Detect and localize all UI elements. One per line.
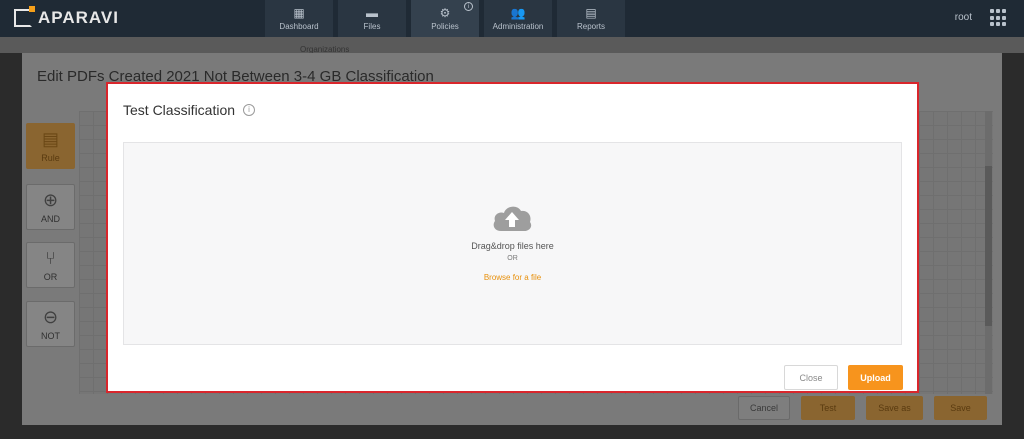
rule-tool-button[interactable]: ▤ Rule <box>26 123 75 169</box>
info-badge-icon: i <box>464 2 473 11</box>
canvas-scrollbar-thumb[interactable] <box>985 166 992 326</box>
page-header-strip <box>0 37 1024 53</box>
folder-icon: ▬ <box>366 6 378 20</box>
nav-files-label: Files <box>363 22 381 31</box>
dropzone-instruction: Drag&drop files here <box>471 241 554 251</box>
nav-dashboard-label: Dashboard <box>279 22 319 31</box>
cancel-button[interactable]: Cancel <box>738 396 790 420</box>
save-as-button[interactable]: Save as <box>866 396 923 420</box>
upload-button[interactable]: Upload <box>848 365 903 390</box>
or-tool-label: OR <box>43 271 58 282</box>
close-button[interactable]: Close <box>784 365 838 390</box>
clipboard-icon: ▤ <box>41 128 59 149</box>
main-nav: ▦ Dashboard ▬ Files ⚙ Policies i 👥 Admin… <box>265 0 630 37</box>
report-icon: ▤ <box>585 6 597 20</box>
apps-grid-icon[interactable] <box>990 9 1008 27</box>
test-button[interactable]: Test <box>801 396 855 420</box>
minus-circle-icon: ⊖ <box>42 306 59 327</box>
logo-icon <box>14 6 35 27</box>
nav-administration-label: Administration <box>492 22 544 31</box>
not-tool-button[interactable]: ⊖ NOT <box>26 301 75 347</box>
aparavi-logo[interactable]: APARAVI <box>14 6 119 28</box>
file-dropzone[interactable]: Drag&drop files here OR Browse for a fil… <box>123 142 902 345</box>
nav-reports[interactable]: ▤ Reports <box>557 0 625 37</box>
nav-policies-label: Policies <box>431 22 459 31</box>
save-button[interactable]: Save <box>934 396 987 420</box>
nav-policies[interactable]: ⚙ Policies i <box>411 0 479 37</box>
nav-reports-label: Reports <box>576 22 605 31</box>
not-tool-label: NOT <box>41 330 60 341</box>
user-name[interactable]: root <box>955 12 972 23</box>
users-icon: 👥 <box>510 6 526 20</box>
gear-icon: ⚙ <box>439 6 451 20</box>
browse-file-link[interactable]: Browse for a file <box>124 273 901 282</box>
modal-title-text: Test Classification <box>123 102 236 118</box>
dropzone-or: OR <box>507 255 518 262</box>
logo-text: APARAVI <box>38 8 119 27</box>
cloud-upload-icon <box>493 206 532 231</box>
info-icon[interactable]: i <box>243 104 256 116</box>
nav-administration[interactable]: 👥 Administration <box>484 0 552 37</box>
top-nav-bar: APARAVI ▦ Dashboard ▬ Files ⚙ Policies i… <box>0 0 1024 37</box>
test-classification-modal: Test Classification i Drag&drop files he… <box>106 82 919 393</box>
and-tool-label: AND <box>40 213 60 224</box>
and-tool-button[interactable]: ⊕ AND <box>26 184 75 230</box>
plus-circle-icon: ⊕ <box>42 189 59 210</box>
modal-title: Test Classification i <box>123 102 256 118</box>
nav-dashboard[interactable]: ▦ Dashboard <box>265 0 333 37</box>
nav-files[interactable]: ▬ Files <box>338 0 406 37</box>
dashboard-icon: ▦ <box>293 6 305 20</box>
fork-icon: ⑂ <box>45 247 56 268</box>
rule-tool-label: Rule <box>41 152 60 163</box>
or-tool-button[interactable]: ⑂ OR <box>26 242 75 288</box>
